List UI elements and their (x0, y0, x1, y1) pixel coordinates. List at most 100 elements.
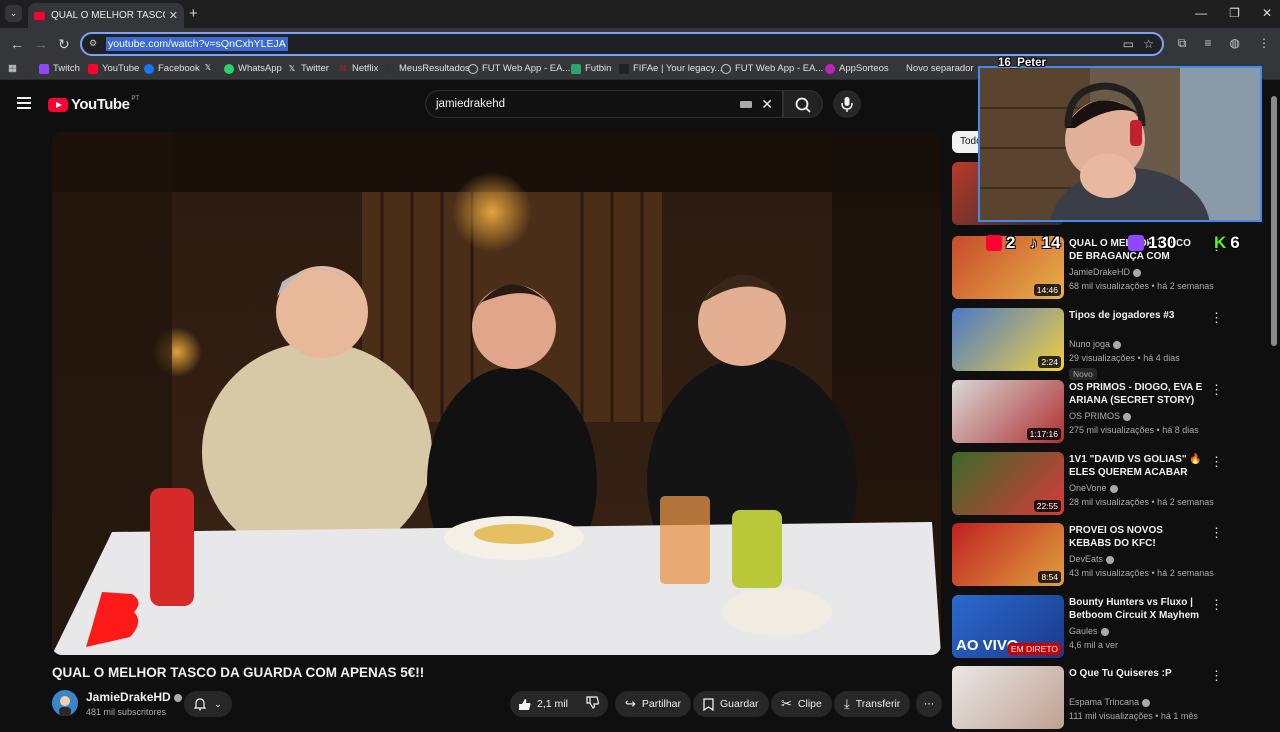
youtube-icon (986, 235, 1002, 251)
profile-icon[interactable]: ◍ (1230, 36, 1240, 51)
channel-avatar-image (52, 690, 78, 716)
site-info-icon[interactable]: ⚙ (89, 38, 102, 50)
video-title[interactable]: 1V1 "DAVID VS GOLIAS" 🔥 ELES QUEREM ACAB… (1069, 453, 1205, 479)
voice-search-button[interactable] (833, 90, 861, 118)
new-tab-button[interactable]: + (189, 5, 198, 22)
channel-name[interactable]: DevEats (1069, 554, 1115, 564)
recommendation-item[interactable]: 2:24 Tipos de jogadores #3 Nuno joga 29 vis… (952, 308, 1232, 380)
more-options-icon[interactable]: ⋮ (1210, 668, 1223, 684)
channel-name-text[interactable]: JamieDrakeHD (1069, 267, 1130, 277)
more-options-icon[interactable]: ⋮ (1210, 382, 1223, 398)
bookmark-appsorteos[interactable]: AppSorteos (825, 63, 889, 74)
search-button[interactable] (783, 90, 823, 118)
apps-grid-icon[interactable]: ▦ (8, 63, 17, 74)
subscription-bell-button[interactable]: ⌄ (184, 691, 232, 717)
save-button[interactable]: Guardar (693, 691, 769, 717)
channel-name-text[interactable]: OneVone (1069, 483, 1107, 493)
search-query-text[interactable]: jamiedrakehd (436, 98, 505, 110)
channel-name-text[interactable]: JamieDrakeHD (86, 690, 171, 704)
channel-name-text[interactable]: OS PRIMOS (1069, 411, 1120, 421)
more-options-icon[interactable]: ⋮ (1210, 597, 1223, 613)
channel-name-text[interactable]: Nuno joga (1069, 339, 1110, 349)
scrollbar-thumb[interactable] (1271, 96, 1277, 346)
channel-name[interactable]: Nuno joga (1069, 339, 1122, 349)
more-actions-button[interactable]: ⋯ (916, 691, 942, 717)
verified-check-icon (1113, 340, 1122, 349)
like-button[interactable]: 2,1 mil (518, 698, 568, 711)
video-title[interactable]: OS PRIMOS - DIOGO, EVA E ARIANA (SECRET … (1069, 381, 1205, 407)
bookmark-fut-web-app[interactable]: FUT Web App - EA... (468, 63, 570, 74)
reload-icon[interactable]: ↻ (58, 36, 70, 53)
recommendation-item[interactable]: O Que Tu Quiseres :P Espama Trincana 111 m… (952, 666, 1232, 732)
youtube-logo[interactable]: YouTube PT (48, 96, 139, 113)
hamburger-menu-icon[interactable] (17, 97, 31, 109)
subscriber-count: 481 mil subscritores (86, 707, 167, 717)
video-title[interactable]: Tipos de jogadores #3 (1069, 309, 1205, 322)
video-thumbnail[interactable]: 22:55 (952, 452, 1064, 515)
bookmark-star-icon[interactable]: ☆ (1143, 37, 1154, 51)
recommendation-item[interactable]: AO VIVO EM DIRETO Bounty Hunters vs Fluxo … (952, 595, 1232, 661)
video-thumbnail[interactable]: AO VIVO EM DIRETO (952, 595, 1064, 658)
search-input[interactable]: jamiedrakehd ✕ (425, 90, 783, 118)
recommendation-item[interactable]: 8:54 PROVEI OS NOVOS KEBABS DO KFC! DevEat… (952, 523, 1232, 589)
bookmark-youtube[interactable]: YouTube (88, 63, 139, 74)
channel-name[interactable]: JamieDrakeHD (1069, 267, 1142, 277)
bookmark-fut-web-app-2[interactable]: FUT Web App - EA... (721, 63, 823, 74)
bookmark-whatsapp[interactable]: WhatsApp (224, 63, 282, 74)
video-thumbnail[interactable]: 1:17:16 (952, 380, 1064, 443)
bookmark-facebook[interactable]: Facebook (144, 63, 200, 74)
more-options-icon[interactable]: ⋮ (1210, 525, 1223, 541)
channel-name[interactable]: Gaules (1069, 626, 1109, 636)
keyboard-icon[interactable] (740, 101, 752, 108)
clip-label: Clipe (797, 698, 822, 710)
like-dislike-group: 2,1 mil (510, 691, 608, 717)
bookmark-x[interactable]: 𝕏 (203, 63, 217, 73)
clear-search-icon[interactable]: ✕ (761, 96, 773, 113)
video-player[interactable] (52, 132, 941, 655)
channel-name[interactable]: JamieDrakeHD (86, 690, 182, 704)
channel-name[interactable]: Espama Trincana (1069, 697, 1151, 707)
channel-name-text[interactable]: Espama Trincana (1069, 697, 1139, 707)
more-options-icon[interactable]: ⋮ (1210, 454, 1223, 470)
video-thumbnail[interactable]: 8:54 (952, 523, 1064, 586)
dislike-button[interactable] (586, 696, 600, 712)
share-button[interactable]: ↪ Partilhar (615, 691, 692, 717)
close-tab-icon[interactable]: ✕ (169, 9, 178, 22)
bookmark-fifae[interactable]: FIFAe | Your legacy... (619, 63, 722, 74)
video-title[interactable]: O Que Tu Quiseres :P (1069, 667, 1205, 680)
minimize-icon[interactable]: — (1195, 6, 1207, 20)
streamer-name-label: 16_Peter (998, 57, 1046, 69)
channel-name[interactable]: OS PRIMOS (1069, 411, 1132, 421)
bookmark-futbin[interactable]: Futbin (571, 63, 611, 74)
page-scrollbar[interactable] (1271, 88, 1277, 720)
video-title[interactable]: PROVEI OS NOVOS KEBABS DO KFC! (1069, 524, 1205, 550)
channel-name-text[interactable]: Gaules (1069, 626, 1098, 636)
menu-dots-icon[interactable]: ⋮ (1258, 36, 1270, 51)
video-title[interactable]: Bounty Hunters vs Fluxo | Betboom Circui… (1069, 596, 1205, 622)
restore-icon[interactable]: ❐ (1229, 6, 1240, 20)
bookmark-twitch[interactable]: Twitch (39, 63, 80, 74)
media-controls-icon[interactable]: ≡ (1205, 36, 1212, 51)
tab-search-button[interactable]: ⌄ (5, 5, 22, 22)
recommendation-item[interactable]: 22:55 1V1 "DAVID VS GOLIAS" 🔥 ELES QUEREM… (952, 452, 1232, 518)
more-options-icon[interactable]: ⋮ (1210, 310, 1223, 326)
forward-arrow-icon[interactable]: → (34, 36, 48, 52)
close-window-icon[interactable]: ✕ (1262, 6, 1272, 20)
recommendation-item[interactable]: 1:17:16 OS PRIMOS - DIOGO, EVA E ARIANA (… (952, 380, 1232, 446)
cast-icon[interactable]: ▭ (1123, 37, 1134, 51)
download-button[interactable]: ⤓ Transferir (834, 691, 911, 717)
bookmark-meusresultados[interactable]: MeusResultados (385, 63, 470, 74)
channel-name-text[interactable]: DevEats (1069, 554, 1103, 564)
bookmark-netflix[interactable]: N Netflix (338, 63, 378, 74)
clip-button[interactable]: ✂ Clipe (771, 691, 832, 717)
browser-tab-active[interactable]: QUAL O MELHOR TASCO DA GUARDA COM APENAS… (28, 3, 184, 28)
back-arrow-icon[interactable]: ← (10, 36, 24, 52)
bookmark-twitter[interactable]: 𝕏 Twitter (287, 63, 329, 74)
channel-avatar[interactable] (52, 690, 78, 716)
channel-name[interactable]: OneVone (1069, 483, 1118, 493)
address-bar[interactable]: ⚙ youtube.com/watch?v=sQnCxhYLEJA ▭ ☆ (80, 32, 1164, 56)
url-text[interactable]: youtube.com/watch?v=sQnCxhYLEJA (106, 37, 288, 51)
video-thumbnail[interactable]: 2:24 (952, 308, 1064, 371)
bookmark-novo-separador[interactable]: Novo separador (892, 63, 974, 74)
extensions-icon[interactable]: ⧉ (1178, 36, 1187, 51)
